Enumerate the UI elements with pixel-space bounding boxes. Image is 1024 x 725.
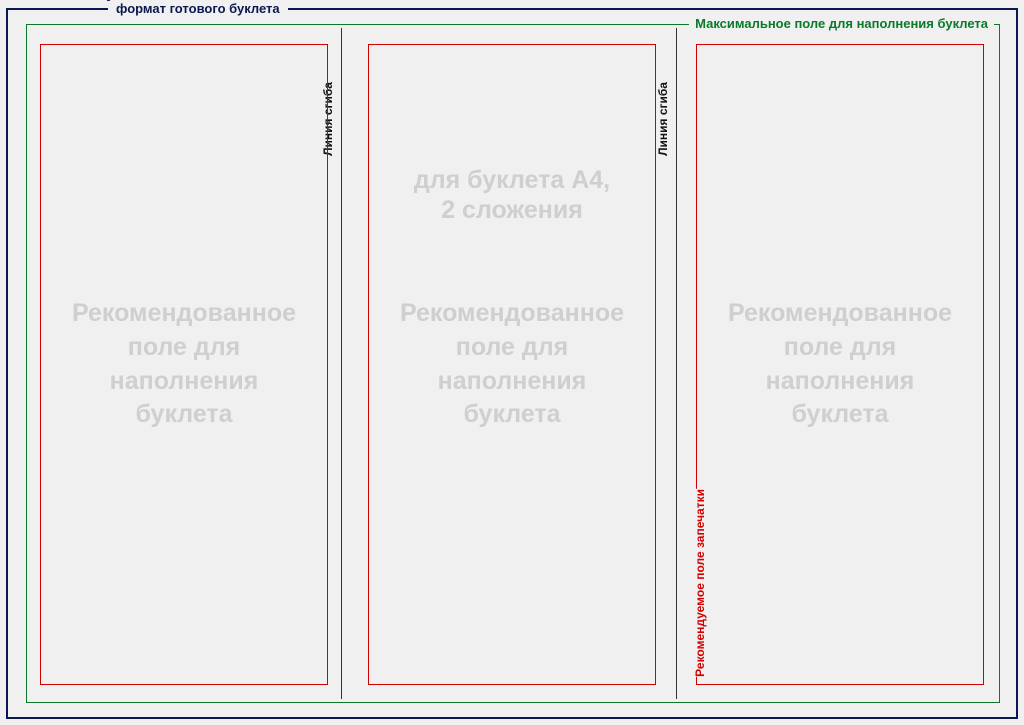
panel-right-text: Рекомендованноеполе длянаполнениябуклета — [728, 297, 952, 432]
print-area-label: Рекомендуемое поле запечатки — [693, 489, 707, 677]
panel-right: Рекомендованноеполе длянаполнениябуклета — [696, 44, 984, 685]
panels-row: Рекомендованноеполе длянаполнениябуклета… — [40, 44, 984, 685]
max-content-label: Максимальное поле для наполнения буклета — [689, 16, 994, 31]
panel-left: Рекомендованноеполе длянаполнениябуклета — [40, 44, 328, 685]
panel-left-text: Рекомендованноеполе длянаполнениябуклета — [72, 297, 296, 432]
outer-frame-label: формат готового буклета — [116, 1, 280, 16]
panel-center: для буклета А4,2 сложения Рекомендованно… — [368, 44, 656, 685]
outer-frame-label-notch: формат готового буклета — [108, 1, 288, 15]
panel-center-subtitle: для буклета А4,2 сложения — [369, 165, 655, 225]
panel-center-text: Рекомендованноеполе длянаполнениябуклета — [400, 297, 624, 432]
